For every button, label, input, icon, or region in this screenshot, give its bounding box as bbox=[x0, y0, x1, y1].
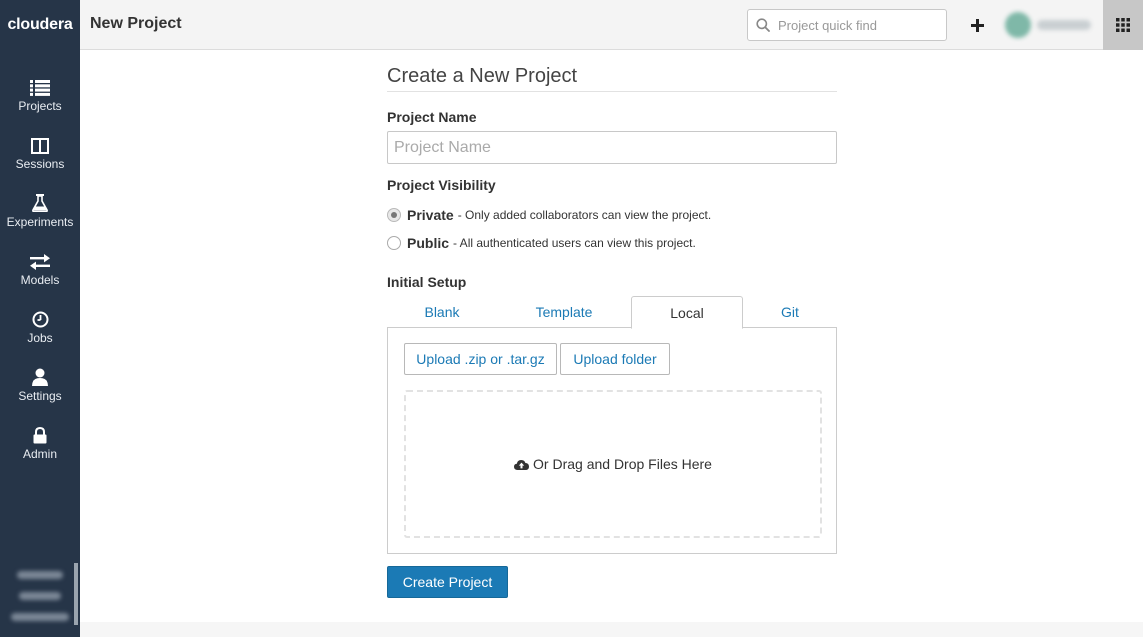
user-menu[interactable] bbox=[1005, 11, 1095, 39]
quick-find-input[interactable] bbox=[778, 17, 938, 33]
sidebar-item-label: Admin bbox=[22, 447, 57, 461]
project-quick-find[interactable] bbox=[747, 9, 947, 41]
sidebar-version-info bbox=[8, 565, 72, 627]
user-icon bbox=[32, 362, 48, 386]
arrows-icon bbox=[30, 246, 50, 270]
sidebar-item-label: Sessions bbox=[15, 157, 65, 171]
sidebar: Projects Sessions Experiments Models Job… bbox=[0, 50, 80, 637]
sidebar-item-label: Settings bbox=[18, 389, 62, 403]
file-dropzone[interactable]: Or Drag and Drop Files Here bbox=[404, 390, 822, 538]
avatar bbox=[1005, 12, 1031, 38]
sidebar-item-label: Projects bbox=[18, 99, 62, 113]
visibility-private-option[interactable]: Private - Only added collaborators can v… bbox=[387, 207, 711, 223]
private-title: Private bbox=[407, 207, 454, 223]
clock-icon bbox=[32, 304, 49, 328]
grid-icon bbox=[1116, 18, 1130, 32]
sidebar-item-label: Experiments bbox=[6, 215, 74, 229]
cloudera-logo[interactable]: cloudera bbox=[0, 0, 80, 50]
apps-menu-button[interactable] bbox=[1103, 0, 1143, 50]
private-description: - Only added collaborators can view the … bbox=[457, 208, 712, 222]
plus-icon bbox=[970, 18, 984, 32]
local-tab-panel: Upload .zip or .tar.gz Upload folder Or … bbox=[387, 327, 837, 554]
page-footer-strip bbox=[80, 622, 1143, 637]
upload-folder-button[interactable]: Upload folder bbox=[560, 343, 670, 375]
sidebar-item-jobs[interactable]: Jobs bbox=[0, 300, 80, 358]
sidebar-item-settings[interactable]: Settings bbox=[0, 358, 80, 416]
list-icon bbox=[30, 72, 50, 96]
sidebar-item-projects[interactable]: Projects bbox=[0, 68, 80, 126]
sidebar-scrollbar[interactable] bbox=[74, 563, 78, 625]
sidebar-item-admin[interactable]: Admin bbox=[0, 416, 80, 474]
private-radio[interactable] bbox=[387, 208, 401, 222]
sidebar-item-sessions[interactable]: Sessions bbox=[0, 126, 80, 184]
sidebar-item-models[interactable]: Models bbox=[0, 242, 80, 300]
tab-git[interactable]: Git bbox=[743, 296, 837, 328]
public-radio[interactable] bbox=[387, 236, 401, 250]
columns-icon bbox=[31, 130, 49, 154]
setup-tabs: Blank Template Local Git bbox=[387, 296, 837, 329]
public-title: Public bbox=[407, 235, 450, 251]
visibility-public-option[interactable]: Public - All authenticated users can vie… bbox=[387, 235, 696, 251]
search-icon bbox=[748, 18, 778, 32]
top-bar: cloudera New Project bbox=[0, 0, 1143, 50]
project-visibility-label: Project Visibility bbox=[387, 177, 496, 193]
sidebar-item-experiments[interactable]: Experiments bbox=[0, 184, 80, 242]
project-name-input[interactable] bbox=[387, 131, 837, 164]
page-title: New Project bbox=[90, 15, 182, 32]
upload-archive-button[interactable]: Upload .zip or .tar.gz bbox=[404, 343, 557, 375]
tab-local[interactable]: Local bbox=[631, 296, 743, 329]
lock-icon bbox=[33, 420, 47, 444]
tab-template[interactable]: Template bbox=[509, 296, 619, 328]
public-description: - All authenticated users can view this … bbox=[453, 236, 696, 250]
cloud-upload-icon bbox=[514, 459, 530, 470]
tab-blank[interactable]: Blank bbox=[387, 296, 497, 328]
add-button[interactable] bbox=[966, 13, 988, 37]
initial-setup-label: Initial Setup bbox=[387, 274, 467, 290]
heading-divider bbox=[387, 91, 837, 92]
project-name-label: Project Name bbox=[387, 109, 477, 125]
user-name bbox=[1037, 20, 1091, 30]
create-project-button[interactable]: Create Project bbox=[387, 566, 508, 598]
sidebar-item-label: Models bbox=[20, 273, 60, 287]
sidebar-item-label: Jobs bbox=[27, 331, 53, 345]
flask-icon bbox=[32, 188, 48, 212]
dropzone-text: Or Drag and Drop Files Here bbox=[533, 456, 712, 472]
form-heading: Create a New Project bbox=[387, 65, 578, 87]
